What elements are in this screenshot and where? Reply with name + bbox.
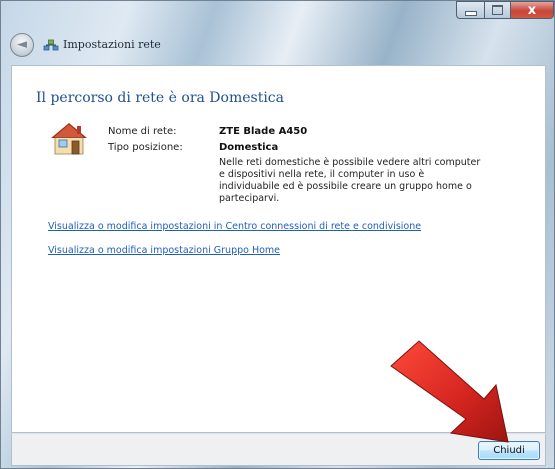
navigation-bar: ◄ Impostazioni rete	[1, 25, 555, 63]
network-name-label: Nome di rete:	[108, 126, 177, 137]
window-frame: x ◄ Impostazioni rete Il percorso di ret…	[0, 0, 555, 469]
network-settings-icon	[43, 39, 59, 51]
location-description: Nelle reti domestiche è possibile vedere…	[219, 157, 489, 205]
minimize-icon	[464, 10, 477, 16]
minimize-button[interactable]	[456, 1, 484, 19]
homegroup-settings-link[interactable]: Visualizza o modifica impostazioni Grupp…	[48, 245, 280, 256]
close-button[interactable]: x	[510, 1, 554, 19]
maximize-icon	[492, 5, 503, 15]
description-line: parteciparvi.	[219, 193, 280, 204]
close-icon: x	[527, 2, 537, 18]
description-line: individuabile ed è possibile creare un g…	[219, 181, 472, 192]
back-arrow-icon: ◄	[17, 37, 27, 52]
location-type-label: Tipo posizione:	[108, 142, 183, 153]
window-title: Impostazioni rete	[63, 38, 161, 51]
description-line: Nelle reti domestiche è possibile vedere…	[219, 157, 481, 168]
network-sharing-center-link[interactable]: Visualizza o modifica impostazioni in Ce…	[48, 221, 421, 232]
description-line: e dispositivi nella rete, il computer in…	[219, 169, 425, 180]
back-button[interactable]: ◄	[10, 33, 34, 57]
home-network-icon	[51, 123, 87, 155]
window-controls: x	[456, 1, 554, 19]
location-type-value: Domestica	[219, 142, 279, 153]
maximize-button[interactable]	[484, 1, 510, 19]
network-name-value: ZTE Blade A450	[219, 126, 308, 137]
page-heading: Il percorso di rete è ora Domestica	[36, 90, 284, 106]
title-bar[interactable]: x	[1, 1, 555, 25]
red-arrow-icon	[390, 340, 509, 443]
